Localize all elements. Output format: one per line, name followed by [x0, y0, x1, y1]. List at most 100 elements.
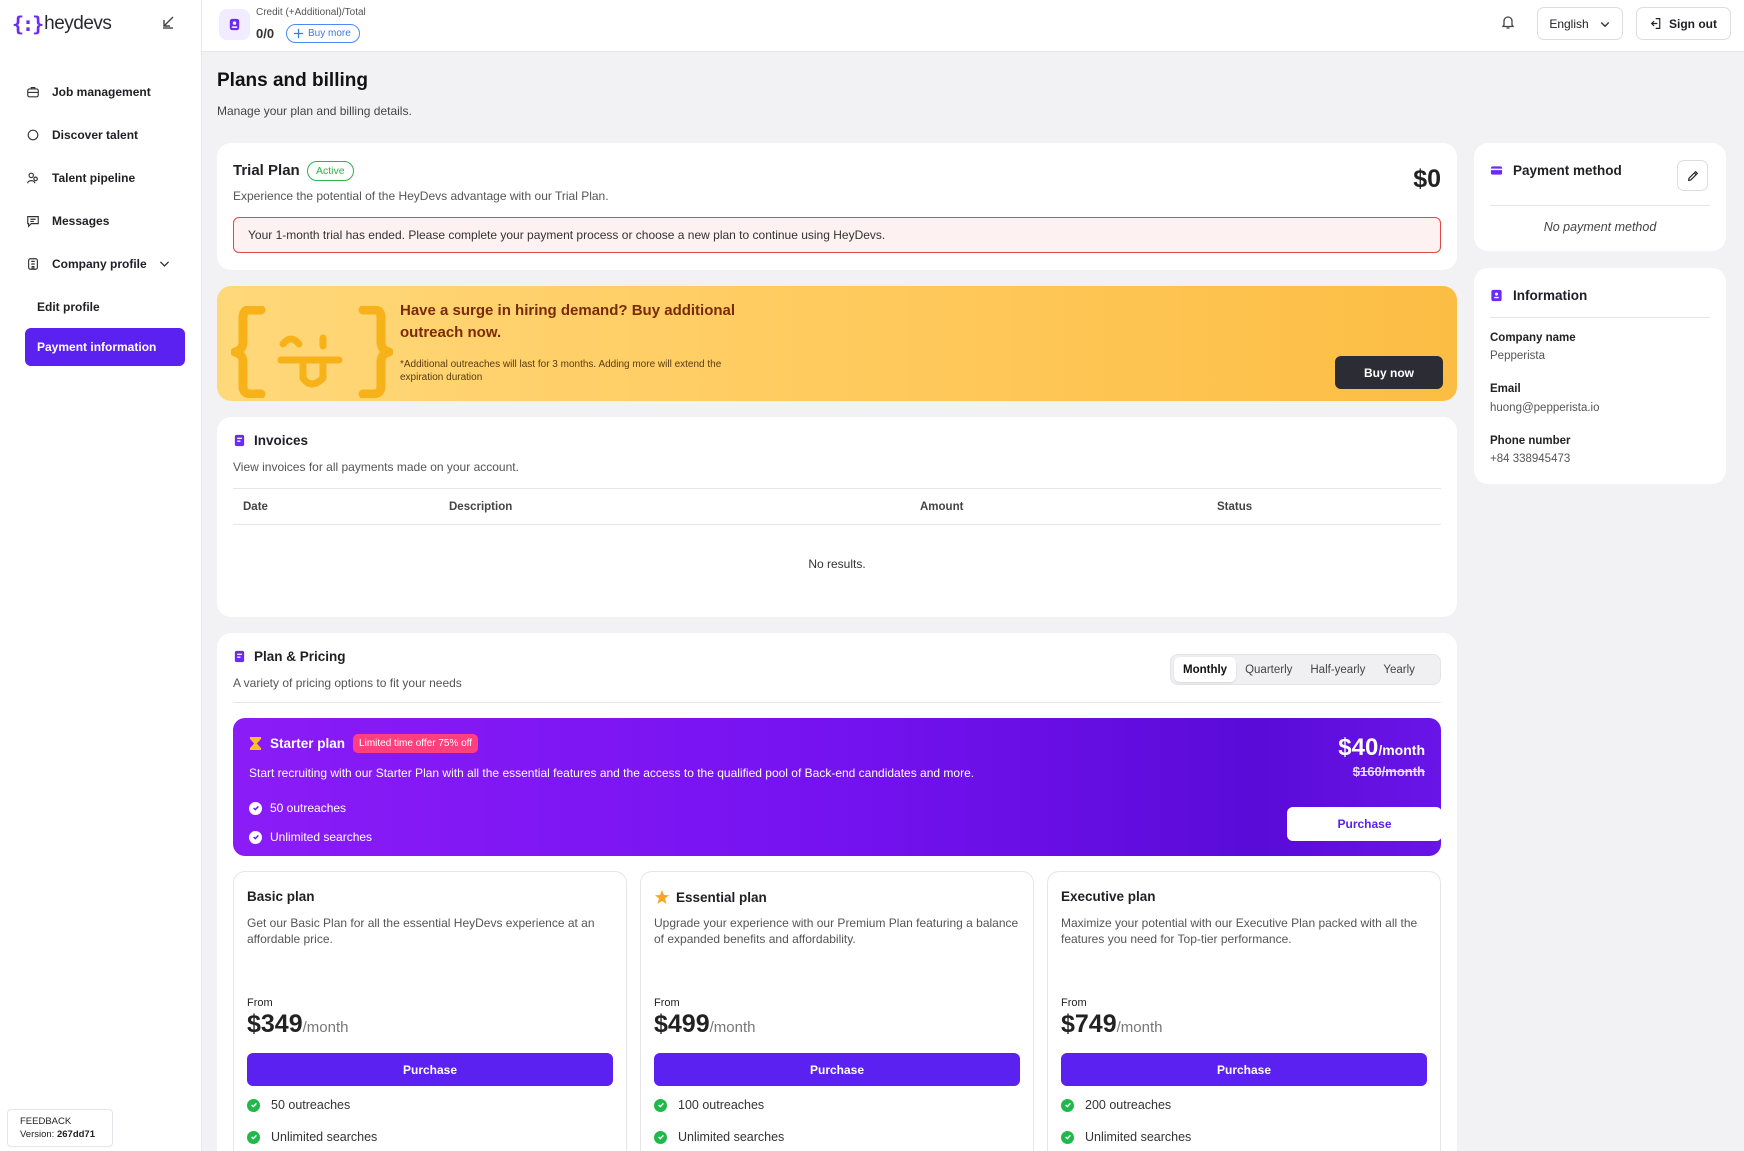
email-value: huong@pepperista.io	[1490, 402, 1600, 414]
divider	[1490, 317, 1710, 318]
information-card: Information Company name Pepperista Emai…	[1474, 268, 1726, 484]
sidebar-item-discover-talent[interactable]: Discover talent	[0, 113, 202, 156]
plan-feature: Unlimited searches	[1061, 1130, 1191, 1144]
starter-plan-price: $40/month $160/month	[1338, 734, 1425, 779]
sidebar-item-label: Company profile	[52, 256, 147, 271]
pricing-header: Plan & Pricing	[233, 649, 346, 664]
invoices-subtitle: View invoices for all payments made on y…	[233, 460, 519, 474]
sidebar-item-label: Discover talent	[52, 127, 139, 142]
check-circle-icon	[1061, 1130, 1074, 1144]
basic-purchase-button[interactable]: Purchase	[247, 1053, 613, 1086]
plan-price: $349/month	[247, 1010, 348, 1039]
invoices-table: Date Description Amount Status No result…	[233, 488, 1441, 603]
version-line: Version: 267dd71	[20, 1128, 100, 1141]
plan-price-value: $749	[1061, 1010, 1117, 1038]
starter-plan-name: Starter plan	[270, 736, 346, 751]
information-header: Information	[1490, 288, 1587, 303]
company-name-label: Company name	[1490, 332, 1576, 344]
trial-ended-alert-text: Your 1-month trial has ended. Please com…	[248, 228, 886, 242]
no-payment-method-text: No payment method	[1543, 220, 1657, 234]
version-label: Version:	[20, 1129, 55, 1140]
trial-plan-name: Trial Plan	[233, 162, 300, 179]
buy-more-label: Buy more	[308, 28, 351, 39]
credit-value: 0/0	[256, 26, 275, 41]
plan-feature-label: 50 outreaches	[271, 1098, 351, 1112]
hourglass-icon	[249, 737, 262, 750]
plan-name-text: Basic plan	[247, 889, 315, 904]
language-select[interactable]: English	[1537, 7, 1623, 40]
starter-feature-label: Unlimited searches	[270, 830, 373, 844]
plan-price-period: /month	[302, 1019, 349, 1036]
plus-icon	[293, 28, 304, 39]
receipt-icon	[234, 434, 245, 447]
plan-price: $499/month	[654, 1010, 755, 1039]
payment-method-title: Payment method	[1513, 163, 1622, 178]
starter-plan-header: Starter plan Limited time offer 75% off	[249, 734, 479, 753]
trial-plan-description: Experience the potential of the HeyDevs …	[233, 189, 609, 203]
pricing-title: Plan & Pricing	[254, 649, 346, 664]
briefcase-icon	[27, 86, 39, 97]
sidebar-nav: Job management Discover talent Talent pi…	[0, 70, 202, 366]
tab-monthly[interactable]: Monthly	[1174, 657, 1237, 682]
billing-period-tabs: Monthly Quarterly Half-yearly Yearly	[1170, 654, 1441, 685]
sidebar-subitem-payment-information[interactable]: Payment information	[25, 328, 185, 366]
essential-purchase-button[interactable]: Purchase	[654, 1053, 1020, 1086]
plan-feature: Unlimited searches	[247, 1130, 377, 1144]
pricing-subtitle: A variety of pricing options to fit your…	[233, 676, 462, 690]
sidebar-subitem-edit-profile[interactable]: Edit profile	[0, 285, 202, 328]
feedback-box[interactable]: FEEDBACK Version: 267dd71	[7, 1109, 113, 1147]
building-icon	[28, 257, 38, 270]
plan-pricing-card: Plan & Pricing A variety of pricing opti…	[217, 633, 1457, 1151]
edit-payment-method-button[interactable]	[1677, 160, 1708, 191]
sign-out-button[interactable]: Sign out	[1636, 7, 1731, 40]
company-name-value: Pepperista	[1490, 350, 1545, 362]
starter-feature-label: 50 outreaches	[270, 801, 347, 815]
chevron-down-icon[interactable]	[158, 257, 171, 270]
sidebar-item-company-profile[interactable]: Company profile	[0, 242, 202, 285]
sidebar-item-job-management[interactable]: Job management	[0, 70, 202, 113]
logo[interactable]: {:} heydevs	[12, 12, 112, 36]
plan-name: Executive plan	[1061, 889, 1156, 904]
plan-feature-label: Unlimited searches	[678, 1130, 785, 1144]
credit-card-icon	[1490, 166, 1503, 175]
page-subtitle: Manage your plan and billing details.	[217, 104, 412, 118]
bell-icon[interactable]	[1500, 14, 1518, 32]
basic-plan-card: Basic plan Get our Basic Plan for all th…	[233, 871, 627, 1151]
sidebar-item-talent-pipeline[interactable]: Talent pipeline	[0, 156, 202, 199]
starter-feature: 50 outreaches	[249, 801, 346, 815]
language-value: English	[1549, 16, 1589, 31]
buy-more-button[interactable]: Buy more	[286, 24, 360, 43]
tab-quarterly[interactable]: Quarterly	[1236, 657, 1301, 682]
chevron-down-icon	[1600, 21, 1609, 27]
plan-feature: Unlimited searches	[654, 1130, 784, 1144]
credit-label: Credit (+Additional)/Total	[256, 7, 366, 18]
sidebar-item-messages[interactable]: Messages	[0, 199, 202, 242]
starter-purchase-button[interactable]: Purchase	[1287, 807, 1442, 841]
sign-out-label: Sign out	[1669, 16, 1717, 31]
tab-yearly[interactable]: Yearly	[1374, 657, 1424, 682]
executive-purchase-button[interactable]: Purchase	[1061, 1053, 1427, 1086]
page-title: Plans and billing	[217, 70, 368, 91]
plan-price: $749/month	[1061, 1010, 1162, 1039]
trial-plan-card: Trial Plan Active Experience the potenti…	[217, 143, 1457, 270]
plan-feature: 200 outreaches	[1061, 1098, 1171, 1112]
payment-method-header: Payment method	[1490, 163, 1622, 178]
tab-half-yearly[interactable]: Half-yearly	[1301, 657, 1374, 682]
check-circle-icon	[654, 1098, 667, 1112]
trial-plan-price: $0	[1413, 165, 1441, 193]
information-title: Information	[1513, 288, 1588, 303]
plan-price-value: $499	[654, 1010, 710, 1038]
collapse-sidebar-icon[interactable]	[160, 14, 178, 32]
plan-feature-label: Unlimited searches	[271, 1130, 378, 1144]
invoices-header: Invoices	[233, 433, 308, 448]
sign-out-icon	[1650, 18, 1661, 29]
executive-plan-card: Executive plan Maximize your potential w…	[1047, 871, 1441, 1151]
version-value: 267dd71	[56, 1129, 95, 1140]
additional-outreach-banner: Have a surge in hiring demand? Buy addit…	[217, 286, 1457, 401]
phone-number-label: Phone number	[1490, 435, 1571, 447]
plan-feature: 50 outreaches	[247, 1098, 350, 1112]
buy-now-button[interactable]: Buy now	[1335, 356, 1443, 389]
invoices-card: Invoices View invoices for all payments …	[217, 417, 1457, 617]
column-header-amount: Amount	[920, 501, 964, 513]
logo-text: heydevs	[44, 13, 112, 34]
